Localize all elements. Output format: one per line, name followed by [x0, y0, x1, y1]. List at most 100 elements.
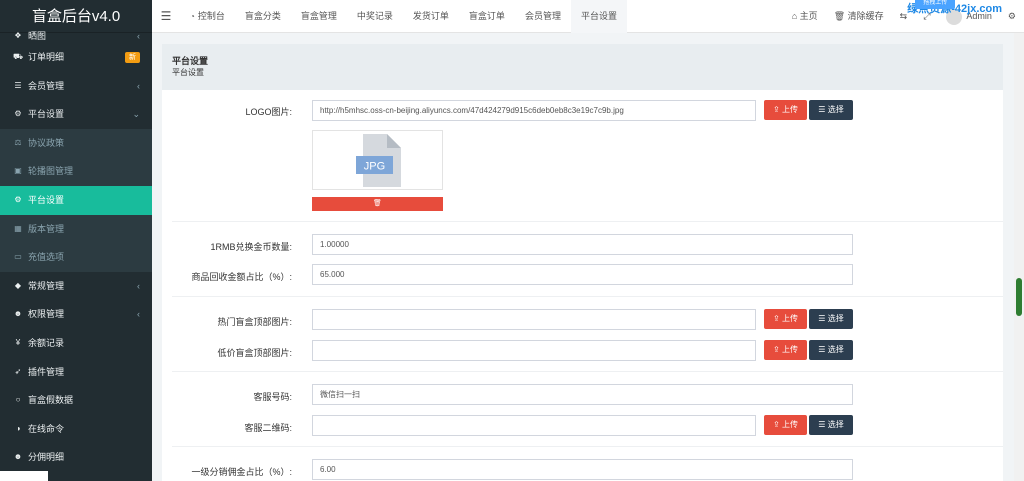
tab-label: 平台设置 — [580, 10, 617, 21]
service-qr-select-button[interactable]: ☰ 选择 — [809, 415, 853, 435]
sidebar-item-label: 晒图 — [28, 31, 47, 41]
watermark-badge: 拖拽上传 — [915, 0, 956, 9]
select-label: 选择 — [827, 420, 844, 429]
file-jpg-icon: JPG — [356, 134, 401, 187]
tab-3[interactable]: 中奖记录 — [347, 0, 403, 33]
sidebar-item-0[interactable]: ❖ 晒图 ‹ — [0, 29, 152, 43]
service-qr-label: 客服二维码: — [244, 423, 292, 433]
sidebar-item-3[interactable]: ⚙ 平台设置 ⌄ — [0, 100, 152, 129]
tab-label: 盲盒订单 — [468, 10, 505, 21]
sidebar-item-label: 盲盒假数据 — [28, 395, 74, 406]
logo-upload-button[interactable]: ⇪ 上传 — [764, 100, 807, 120]
sidebar-item-14[interactable]: ◑ 在线命令 — [0, 415, 152, 444]
logo-select-button[interactable]: ☰ 选择 — [809, 100, 853, 120]
tab-1[interactable]: 盲盒分类 — [235, 0, 291, 33]
image-icon: ▣ — [14, 166, 22, 176]
sidebar-item-7[interactable]: ▦ 版本管理 — [0, 214, 152, 244]
watermark: 拖拽上传 绿点资源-42jx.com — [907, 0, 1002, 15]
select-label: 选择 — [827, 105, 844, 114]
logo-label: LOGO图片: — [245, 107, 292, 117]
sidebar-item-10[interactable]: ☻ 权限管理 ‹ — [0, 300, 152, 329]
sidebar-item-6[interactable]: ⚙ 平台设置 — [0, 185, 152, 215]
sidebar-item-label: 充值选项 — [28, 252, 65, 263]
divider — [172, 221, 1003, 222]
chevron-left-icon: ‹ — [137, 80, 140, 91]
divider — [172, 296, 1003, 297]
upload-label: 上传 — [781, 105, 798, 114]
sidebar-item-label: 权限管理 — [28, 309, 65, 320]
sidebar-item-4[interactable]: ⚖ 协议政策 — [0, 128, 152, 158]
cheap-banner-select-button[interactable]: ☰ 选择 — [809, 340, 853, 360]
sidebar-item-15[interactable]: ☻ 分佣明细 — [0, 443, 152, 472]
sidebar-item-8[interactable]: ▭ 充值选项 — [0, 243, 152, 272]
main-panel: 平台设置 平台设置 LOGO图片: http://h5mhsc.oss-cn-b… — [162, 44, 1003, 481]
scroll-thumb[interactable] — [1016, 278, 1022, 316]
tab-0[interactable]: ◔ 控制台 — [180, 0, 235, 33]
hot-banner-upload-button[interactable]: ⇪ 上传 — [764, 309, 807, 329]
tab-2[interactable]: 盲盒管理 — [291, 0, 347, 33]
tab-6[interactable]: 会员管理 — [515, 0, 571, 33]
balance-icon: ⚖ — [14, 137, 22, 147]
upload-icon: ⇪ — [773, 345, 780, 354]
cheap-banner-input[interactable] — [312, 340, 756, 361]
sidebar-item-label: 版本管理 — [28, 223, 65, 234]
service-qr-input[interactable] — [312, 415, 756, 436]
tab-7[interactable]: 平台设置 — [570, 0, 627, 33]
service-phone-label: 客服号码: — [253, 392, 292, 402]
menu-toggle-icon[interactable]: ☰ — [152, 9, 180, 23]
sidebar-item-label: 常规管理 — [28, 280, 65, 291]
commission-label: 一级分销佣金占比（%）: — [191, 467, 292, 477]
divider — [172, 446, 1003, 447]
upload-icon: ⇪ — [773, 420, 780, 429]
hot-banner-input[interactable] — [312, 309, 756, 330]
tab-label: 控制台 — [197, 10, 225, 21]
logo-url-input[interactable]: http://h5mhsc.oss-cn-beijing.aliyuncs.co… — [312, 100, 756, 121]
trash-icon: 🗑 — [373, 200, 382, 207]
tab-label: 盲盒管理 — [300, 10, 337, 21]
select-label: 选择 — [827, 345, 844, 354]
home-icon: ⌂ — [791, 11, 798, 21]
sidebar-item-label: 轮播图管理 — [28, 166, 74, 177]
sidebar-item-1[interactable]: ⛟ 订单明细 新 — [0, 43, 152, 72]
logo-thumbnail: JPG — [312, 130, 443, 190]
tab-label: 发货订单 — [412, 10, 449, 21]
cheap-banner-upload-button[interactable]: ⇪ 上传 — [764, 340, 807, 360]
cube-icon: ◆ — [14, 280, 22, 290]
gear-icon: ⚙ — [14, 109, 22, 119]
settings-gear-icon[interactable]: ⚙ — [1000, 0, 1024, 33]
rmb-rate-label: 1RMB兑换金币数量: — [210, 242, 292, 252]
service-phone-input[interactable]: 微信扫一扫 — [312, 384, 853, 405]
cart-icon: ⛟ — [12, 52, 24, 61]
sidebar-item-13[interactable]: ○ 盲盒假数据 — [0, 386, 152, 415]
tab-strip: ◔ 控制台 盲盒分类 盲盒管理 中奖记录 发货订单 盲盒订单 会员管理 平台设置 — [180, 0, 627, 33]
thumb-text: JPG — [364, 161, 385, 173]
sidebar-item-label: 在线命令 — [28, 423, 65, 434]
clear-cache-button[interactable]: 🗑 清除缓存 — [826, 0, 892, 33]
sidebar-item-label: 会员管理 — [28, 80, 65, 91]
page-title: 平台设置 — [172, 56, 209, 66]
sidebar-item-5[interactable]: ▣ 轮播图管理 — [0, 157, 152, 186]
tab-label: 会员管理 — [524, 10, 561, 21]
sidebar-item-label: 分佣明细 — [28, 452, 65, 463]
home-link[interactable]: ⌂ 主页 — [784, 0, 826, 33]
commission-input[interactable]: 6.00 — [312, 459, 853, 480]
logo-delete-button[interactable]: 🗑 — [312, 197, 443, 211]
upload-label: 上传 — [781, 314, 798, 323]
sidebar-item-label: 平台设置 — [28, 194, 65, 205]
sidebar-item-label: 余额记录 — [28, 337, 65, 348]
hot-banner-select-button[interactable]: ☰ 选择 — [809, 309, 853, 329]
tab-4[interactable]: 发货订单 — [403, 0, 459, 33]
recycle-ratio-input[interactable]: 65.000 — [312, 264, 853, 285]
sidebar-item-9[interactable]: ◆ 常规管理 ‹ — [0, 272, 152, 301]
chevron-down-icon: ⌄ — [132, 109, 140, 120]
sidebar-item-11[interactable]: ¥ 余额记录 — [0, 329, 152, 358]
rmb-rate-input[interactable]: 1.00000 — [312, 234, 853, 255]
page-scrollbar[interactable] — [1014, 33, 1024, 481]
select-label: 选择 — [827, 314, 844, 323]
sidebar-item-12[interactable]: ➶ 插件管理 — [0, 358, 152, 387]
list-icon: ☰ — [818, 345, 826, 354]
service-qr-upload-button[interactable]: ⇪ 上传 — [764, 415, 807, 435]
tab-5[interactable]: 盲盒订单 — [459, 0, 515, 33]
sidebar-item-2[interactable]: ☰ 会员管理 ‹ — [0, 72, 152, 101]
list-icon: ☰ — [818, 420, 826, 429]
